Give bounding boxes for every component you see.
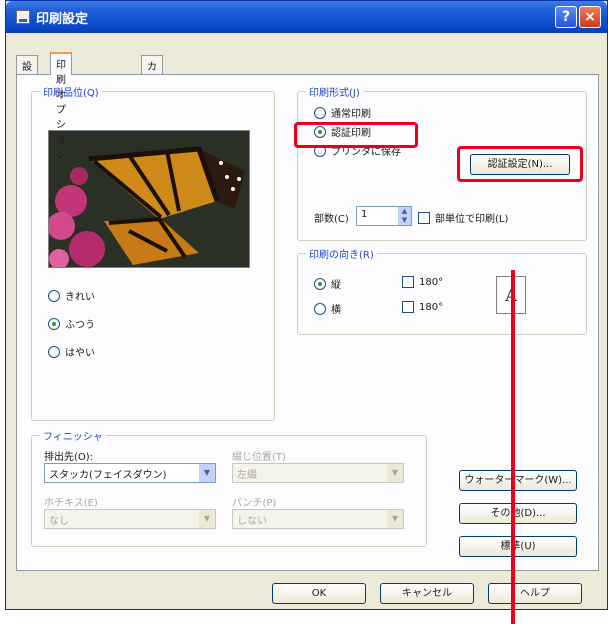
close-button[interactable]: × [579, 6, 601, 28]
portrait-label: 縦 [331, 280, 341, 291]
copies-input[interactable]: 1 ▲ ▼ [356, 206, 412, 226]
help-button[interactable]: ? [555, 6, 577, 28]
portrait-dot [314, 277, 326, 290]
rotate-landscape-checkbox[interactable]: 180° [402, 301, 443, 313]
watermark-button[interactable]: ウォーターマーク(W)... [459, 470, 577, 491]
mode-normal-label: 通常印刷 [331, 109, 371, 120]
print-quality-group: 印刷品位(Q) きれい ふつう はやい [31, 84, 275, 421]
annotation-line [511, 270, 515, 624]
tab-print-options[interactable]: 印刷オプション [50, 52, 72, 161]
tab-color[interactable]: カラー [141, 55, 163, 103]
punch-select: しない ▼ [232, 509, 404, 529]
staple-label: ホチキス(E) [44, 498, 98, 509]
rotate-portrait-label: 180° [419, 276, 444, 288]
chevron-down-icon: ▼ [199, 464, 215, 482]
quality-fine-label: きれい [65, 292, 95, 303]
binding-label: 綴じ位置(T) [232, 452, 286, 463]
landscape-label: 横 [331, 305, 341, 316]
binding-select: 左綴 ▼ [232, 463, 404, 483]
print-settings-window: 印刷設定 ? × 設定 印刷オプション カラー 印刷品位(Q) [5, 0, 608, 610]
finisher-group: フィニッシャ 排出先(O): スタッカ(フェイスダウン) ▼ 綴じ位置(T) 左… [31, 428, 427, 547]
copies-label: 部数(C) [314, 214, 349, 225]
rotate-portrait-checkbox[interactable]: 180° [402, 276, 443, 288]
quality-normal-dot [48, 317, 60, 330]
other-button[interactable]: その他(D)... [459, 503, 577, 524]
copies-value: 1 [361, 209, 368, 220]
staple-select: なし ▼ [44, 509, 216, 529]
print-quality-label: 印刷品位(Q) [40, 84, 102, 99]
output-value: スタッカ(フェイスダウン) [49, 470, 167, 481]
rotate-landscape-label: 180° [419, 301, 444, 313]
preview-image [48, 130, 250, 268]
printer-icon [16, 10, 30, 24]
staple-value: なし [49, 516, 69, 527]
finisher-label: フィニッシャ [40, 428, 106, 443]
punch-label: パンチ(P) [232, 498, 277, 509]
quality-normal-radio[interactable]: ふつう [48, 316, 95, 331]
butterfly-image [49, 131, 249, 267]
mode-normal-dot [314, 106, 326, 119]
help-dialog-button[interactable]: ヘルプ [488, 583, 582, 604]
quality-fast-label: はやい [65, 348, 95, 359]
tab-settings[interactable]: 設定 [16, 55, 38, 88]
collate-checkbox[interactable]: 部単位で印刷(L) [418, 210, 508, 225]
collate-label: 部単位で印刷(L) [435, 214, 509, 225]
rotate-landscape-box [402, 301, 414, 313]
orientation-group: 印刷の向き(R) 縦 横 180° 180° A [297, 246, 587, 335]
quality-fine-radio[interactable]: きれい [48, 288, 95, 303]
print-mode-label: 印刷形式(J) [306, 84, 363, 99]
landscape-radio[interactable]: 横 [314, 301, 341, 316]
quality-fast-dot [48, 345, 60, 358]
collate-box [418, 211, 430, 224]
cancel-button[interactable]: キャンセル [380, 583, 474, 604]
chevron-down-icon: ▼ [387, 464, 403, 482]
auth-settings-highlight [457, 146, 583, 182]
quality-normal-label: ふつう [65, 320, 95, 331]
rotate-portrait-box [402, 276, 414, 288]
ok-button[interactable]: OK [272, 583, 366, 604]
orientation-label: 印刷の向き(R) [306, 246, 377, 261]
quality-fast-radio[interactable]: はやい [48, 344, 95, 359]
quality-fine-dot [48, 289, 60, 302]
auth-print-highlight [294, 122, 418, 148]
chevron-down-icon: ▼ [387, 510, 403, 528]
output-label: 排出先(O): [44, 452, 94, 463]
standard-button[interactable]: 標準(U) [459, 536, 577, 557]
chevron-down-icon: ▼ [199, 510, 215, 528]
punch-value: しない [237, 516, 267, 527]
landscape-dot [314, 302, 326, 315]
mode-normal-radio[interactable]: 通常印刷 [314, 105, 371, 120]
title-bar[interactable]: 印刷設定 ? × [6, 1, 607, 33]
portrait-radio[interactable]: 縦 [314, 276, 341, 291]
window-title: 印刷設定 [36, 12, 89, 27]
binding-value: 左綴 [237, 470, 257, 481]
spin-arrows-icon[interactable]: ▲ ▼ [398, 207, 411, 225]
output-select[interactable]: スタッカ(フェイスダウン) ▼ [44, 463, 216, 483]
